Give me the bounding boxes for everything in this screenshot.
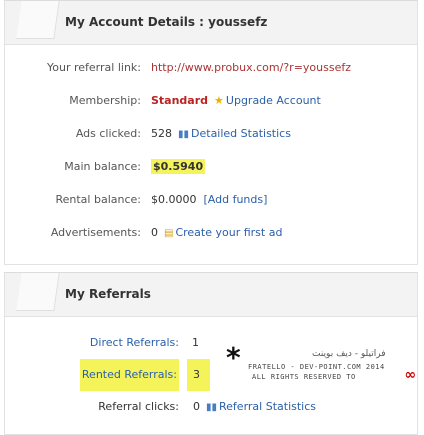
add-funds-link[interactable]: [Add funds]: [204, 193, 268, 206]
advertisements-row: Advertisements: 0 ▤ Create your first ad: [5, 216, 417, 249]
referral-clicks-label: Referral clicks:: [98, 400, 179, 413]
watermark-arabic: فراتيلو - ديف بوينت: [312, 349, 386, 359]
membership-value-group: Standard ★ Upgrade Account: [151, 84, 321, 117]
header-corner-decoration: [16, 273, 60, 311]
watermark: * فراتيلو - ديف بوينت FRATELLO - DEV-POI…: [226, 341, 422, 389]
advertisements-label: Advertisements:: [50, 226, 141, 239]
account-title: My Account Details : youssefz: [65, 15, 268, 29]
account-panel-body: Your referral link: http://www.probux.co…: [4, 45, 418, 265]
referral-statistics-link[interactable]: Referral Statistics: [219, 400, 316, 413]
rented-referrals-label[interactable]: Rented Referrals:: [79, 359, 179, 391]
direct-referrals-label[interactable]: Direct Referrals:: [90, 327, 179, 359]
membership-value: Standard: [151, 94, 209, 107]
rental-balance-label: Rental balance:: [55, 193, 141, 206]
rental-balance-row: Rental balance: $0.0000 [Add funds]: [5, 183, 417, 216]
membership-label: Membership:: [69, 94, 141, 107]
referral-link-row: Your referral link: http://www.probux.co…: [5, 51, 417, 84]
watermark-line2: ALL RIGHTS RESERVED TO: [252, 373, 356, 381]
upgrade-account-link[interactable]: Upgrade Account: [226, 94, 321, 107]
referrals-panel-header: My Referrals: [4, 273, 418, 317]
logo-icon: ∞: [404, 367, 416, 383]
referral-clicks-row: Referral clicks: 0 ▮▮ Referral Statistics: [5, 391, 417, 423]
star-icon: ★: [214, 94, 224, 107]
create-first-ad-link[interactable]: Create your first ad: [175, 226, 282, 239]
detailed-statistics-link[interactable]: Detailed Statistics: [191, 127, 291, 140]
account-panel-header: My Account Details : youssefz: [4, 1, 418, 45]
rented-referrals-label-text: Rented Referrals:: [81, 368, 177, 381]
rental-balance-value: $0.0000: [151, 193, 197, 206]
main-balance-group: $0.5940: [151, 150, 206, 183]
ads-clicked-row: Ads clicked: 528 ▮▮ Detailed Statistics: [5, 117, 417, 150]
membership-row: Membership: Standard ★ Upgrade Account: [5, 84, 417, 117]
referral-link-label: Your referral link:: [47, 61, 141, 74]
referrals-title: My Referrals: [65, 287, 151, 301]
main-balance-row: Main balance: $0.5940: [5, 150, 417, 183]
main-balance-label: Main balance:: [64, 160, 141, 173]
rental-balance-group: $0.0000 [Add funds]: [151, 183, 267, 216]
ads-clicked-group: 528 ▮▮ Detailed Statistics: [151, 117, 291, 151]
ad-icon: ▤: [164, 228, 174, 239]
account-panel: My Account Details : youssefz Your refer…: [4, 0, 418, 265]
bar-chart-icon: ▮▮: [178, 129, 190, 140]
referral-clicks-value: 0: [193, 400, 200, 413]
advertisements-value: 0: [151, 226, 158, 239]
referral-link-value[interactable]: http://www.probux.com/?r=youssefz: [151, 51, 351, 84]
rented-referrals-value: 3: [187, 359, 210, 391]
direct-referrals-value: 1: [192, 336, 199, 349]
ads-clicked-label: Ads clicked:: [75, 127, 141, 140]
asterisk-icon: *: [226, 341, 241, 374]
main-balance-value: $0.5940: [151, 159, 206, 174]
referral-clicks-group: 0 ▮▮ Referral Statistics: [193, 391, 316, 424]
ads-clicked-value: 528: [151, 127, 172, 140]
bar-chart-icon: ▮▮: [206, 402, 218, 413]
header-corner-decoration: [16, 1, 60, 39]
advertisements-group: 0 ▤ Create your first ad: [151, 216, 282, 250]
watermark-line1: FRATELLO - DEV-POINT.COM 2014: [248, 363, 385, 371]
